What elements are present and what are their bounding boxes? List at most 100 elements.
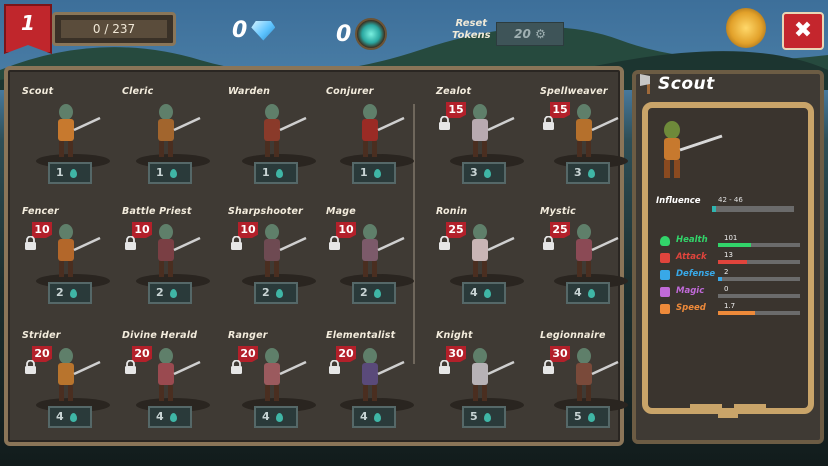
sword-icon: [660, 253, 670, 263]
hero-tier: 4: [574, 286, 582, 299]
essence-drop-icon: [374, 413, 381, 422]
hero-tier-badge: 2: [352, 282, 396, 304]
hero-sprite: [472, 348, 515, 401]
lock-icon: [329, 360, 340, 374]
hero-sprite: [264, 224, 307, 277]
hero-card[interactable]: Mystic 4 25: [540, 206, 640, 316]
stat-value: 0: [724, 285, 729, 293]
hero-name: Knight: [436, 330, 473, 341]
stat-bar-fill: [718, 277, 723, 281]
essence-drop-icon: [70, 289, 77, 298]
essence-drop-icon: [70, 413, 77, 422]
lock-icon: [125, 360, 136, 374]
hero-tier: 1: [360, 166, 368, 179]
hero-tier: 4: [262, 410, 270, 423]
stat-row: Defense 2: [660, 268, 810, 284]
gem-count: 0: [232, 18, 248, 43]
gem-counter: 0: [232, 18, 276, 43]
hero-card[interactable]: Ronin 4 25: [436, 206, 536, 316]
lock-icon: [231, 360, 242, 374]
diamond-icon: [251, 20, 276, 41]
stat-bar-fill: [718, 243, 751, 247]
hero-tier-badge: 5: [566, 406, 610, 428]
essence-drop-icon: [170, 413, 177, 422]
crystal-icon: [355, 18, 388, 50]
stat-value: 2: [724, 268, 729, 276]
hero-name: Ronin: [436, 206, 468, 217]
hero-tier-badge: 2: [48, 282, 92, 304]
hero-card[interactable]: Sharpshooter 2 10: [228, 206, 328, 316]
hero-card[interactable]: Warden 1: [228, 86, 328, 196]
hero-card[interactable]: Divine Herald 4 20: [122, 330, 222, 440]
essence-drop-icon: [588, 413, 595, 422]
hero-sprite: [362, 348, 405, 401]
hero-sprite: [264, 348, 307, 401]
hero-card[interactable]: Mage 2 10: [326, 206, 426, 316]
hero-card[interactable]: Legionnaire 5 30: [540, 330, 640, 440]
stat-name: Defense: [676, 269, 716, 279]
influence-bar-fill: [712, 206, 717, 212]
hero-card[interactable]: Spellweaver 3 15: [540, 86, 640, 196]
hero-card[interactable]: Scout 1: [22, 86, 122, 196]
hero-sprite: [576, 104, 619, 157]
heart-icon: [660, 236, 670, 246]
hero-sprite: [472, 224, 515, 277]
hero-sprite: [472, 104, 515, 157]
hero-name: Sharpshooter: [228, 206, 304, 217]
scout-portrait: [664, 121, 723, 178]
lock-icon: [543, 116, 554, 130]
crystal-counter: 0: [336, 18, 388, 50]
lock-icon: [25, 360, 36, 374]
hero-tier-badge: 4: [566, 282, 610, 304]
essence-drop-icon: [484, 413, 491, 422]
reset-label-line2: Tokens: [452, 30, 491, 41]
hero-name: Fencer: [22, 206, 59, 217]
lock-icon: [231, 236, 242, 250]
hero-card[interactable]: Strider 4 20: [22, 330, 122, 440]
stat-bar: [718, 277, 800, 281]
hero-tier-badge: 2: [148, 282, 192, 304]
detail-title: Scout: [658, 74, 715, 94]
essence-drop-icon: [374, 289, 381, 298]
hero-sprite: [58, 224, 101, 277]
hero-card[interactable]: Knight 5 30: [436, 330, 536, 440]
panel-ornament: [690, 404, 766, 418]
hero-card[interactable]: Battle Priest 2 10: [122, 206, 222, 316]
hero-sprite: [158, 224, 201, 277]
magic-icon: [660, 287, 670, 297]
hero-tier-badge: 3: [566, 162, 610, 184]
boot-icon: [660, 304, 670, 314]
hero-sprite: [264, 104, 307, 157]
hero-sprite: [58, 348, 101, 401]
close-button[interactable]: ✖: [782, 12, 824, 50]
hero-name: Scout: [22, 86, 54, 97]
hero-card[interactable]: Fencer 2 10: [22, 206, 122, 316]
reset-tokens-button[interactable]: 20 ⚙: [496, 22, 564, 46]
hero-sprite: [158, 348, 201, 401]
hero-name: Divine Herald: [122, 330, 198, 341]
stat-name: Magic: [676, 286, 705, 296]
reset-label-line1: Reset: [455, 18, 488, 29]
hero-card[interactable]: Conjurer 1: [326, 86, 426, 196]
stat-row: Attack 13: [660, 251, 810, 267]
stat-value: 13: [724, 251, 733, 259]
hero-card[interactable]: Zealot 3 15: [436, 86, 536, 196]
lock-icon: [125, 236, 136, 250]
essence-drop-icon: [588, 169, 595, 178]
hero-card[interactable]: Elementalist 4 20: [326, 330, 426, 440]
hero-card[interactable]: Cleric 1: [122, 86, 222, 196]
hero-sprite: [158, 104, 201, 157]
hero-tier: 5: [574, 410, 582, 423]
hero-tier: 3: [470, 166, 478, 179]
reward-chest-icon[interactable]: [726, 8, 766, 48]
lock-icon: [25, 236, 36, 250]
lock-icon: [439, 116, 450, 130]
essence-drop-icon: [276, 413, 283, 422]
hero-tier: 4: [360, 410, 368, 423]
stat-bar: [718, 243, 800, 247]
hero-name: Battle Priest: [122, 206, 192, 217]
hero-tier: 1: [56, 166, 64, 179]
lock-icon: [439, 360, 450, 374]
hero-card[interactable]: Ranger 4 20: [228, 330, 328, 440]
stat-bar-fill: [718, 260, 747, 264]
